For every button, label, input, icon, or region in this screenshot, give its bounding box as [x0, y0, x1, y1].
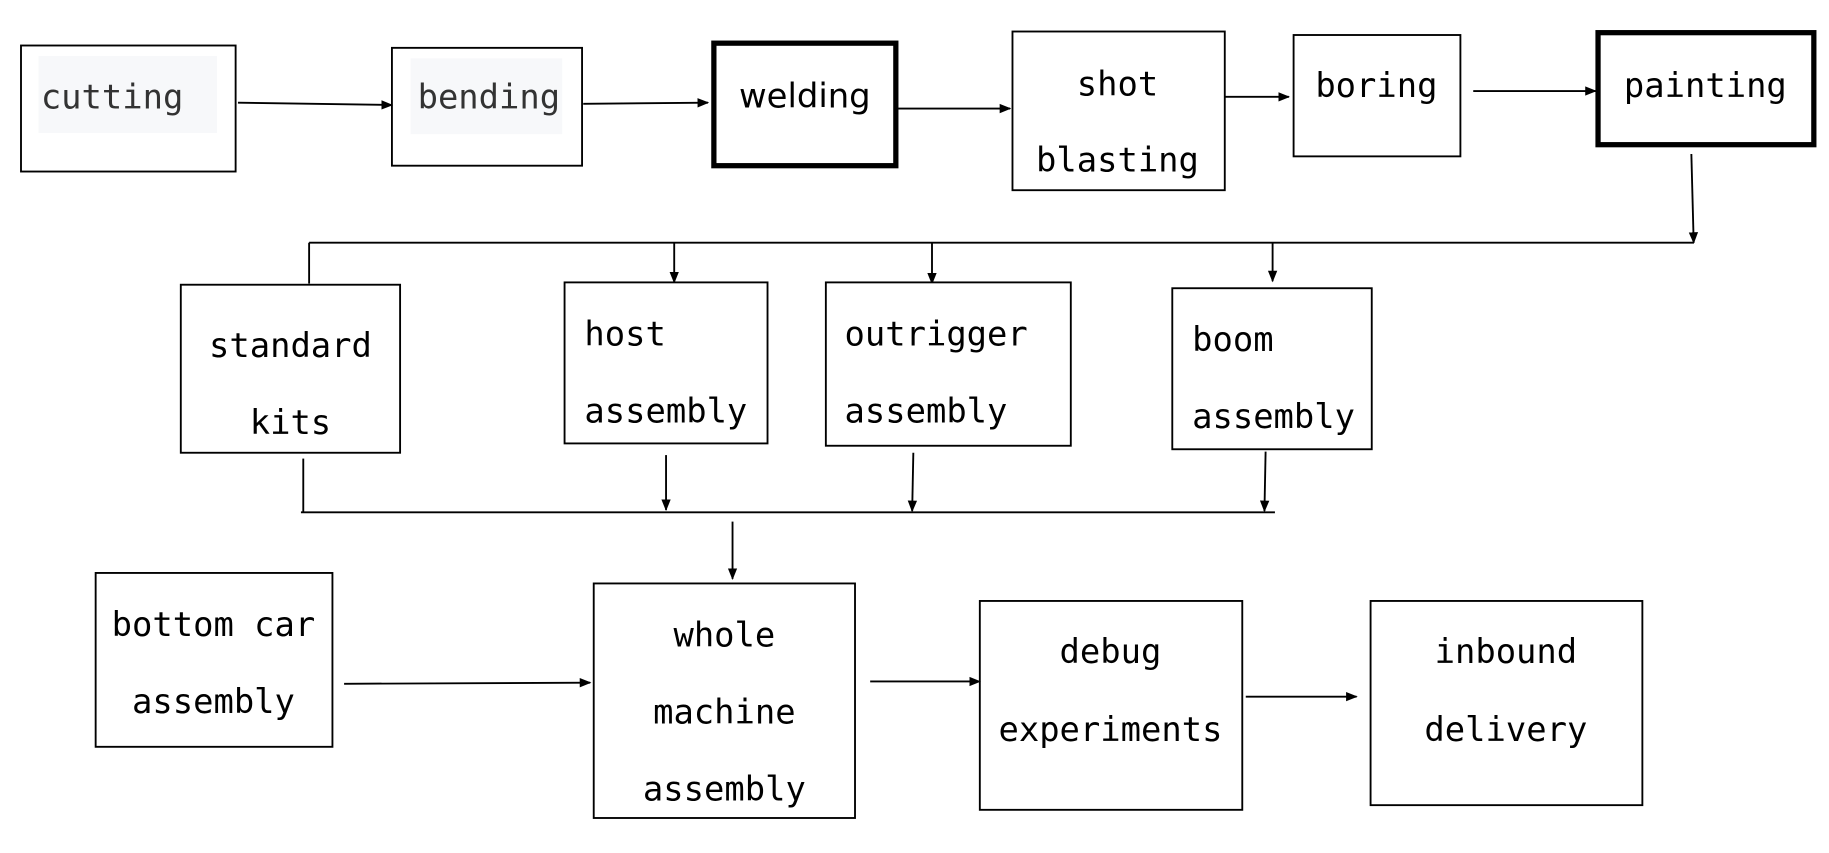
node-whole-machine-assembly: whole machine assembly: [592, 582, 856, 819]
node-cutting: cutting: [20, 44, 237, 173]
node-boring: boring: [1292, 34, 1462, 158]
node-label: whole: [673, 615, 775, 654]
arrow: [1259, 451, 1270, 513]
process-flow-diagram: cutting bending welding shot blasting bo…: [20, 30, 1817, 819]
node-label: machine: [653, 692, 796, 731]
node-label: assembly: [643, 769, 806, 808]
arrow: [1688, 154, 1699, 244]
node-shot-blasting: shot blasting: [1011, 30, 1226, 192]
node-label: standard: [209, 326, 372, 365]
node-label: host: [584, 314, 665, 353]
node-label: inbound: [1435, 632, 1578, 671]
node-label: painting: [1624, 66, 1787, 105]
node-label: kits: [250, 403, 331, 442]
node-label: bottom car: [112, 605, 316, 644]
node-bottom-car-assembly: bottom car assembly: [94, 572, 334, 748]
arrow: [583, 98, 710, 108]
node-label: blasting: [1036, 141, 1199, 180]
node-inbound-delivery: inbound delivery: [1369, 600, 1644, 807]
node-boom-assembly: boom assembly: [1171, 287, 1373, 451]
node-label: cutting: [41, 78, 184, 117]
node-label: assembly: [584, 391, 747, 430]
node-label: outrigger: [845, 314, 1028, 353]
node-label: boom: [1192, 320, 1273, 359]
node-outrigger-assembly: outrigger assembly: [824, 281, 1072, 447]
node-label: boring: [1315, 66, 1437, 105]
node-label: welding: [739, 76, 871, 115]
node-host-assembly: host assembly: [563, 281, 769, 445]
node-debug-experiments: debug experiments: [978, 600, 1244, 811]
arrow: [344, 678, 592, 688]
node-label: experiments: [998, 710, 1222, 749]
arrow: [237, 100, 394, 110]
node-welding: welding: [711, 40, 899, 169]
node-label: assembly: [845, 391, 1008, 430]
node-label: debug: [1060, 632, 1162, 671]
node-label: assembly: [1192, 397, 1355, 436]
node-standard-kits: standard kits: [179, 283, 402, 454]
node-label: bending: [418, 78, 561, 117]
node-label: shot: [1077, 65, 1158, 104]
node-bending: bending: [390, 46, 583, 167]
arrow: [907, 452, 918, 513]
node-label: assembly: [132, 682, 295, 721]
node-painting: painting: [1595, 30, 1817, 148]
node-label: delivery: [1424, 710, 1587, 749]
